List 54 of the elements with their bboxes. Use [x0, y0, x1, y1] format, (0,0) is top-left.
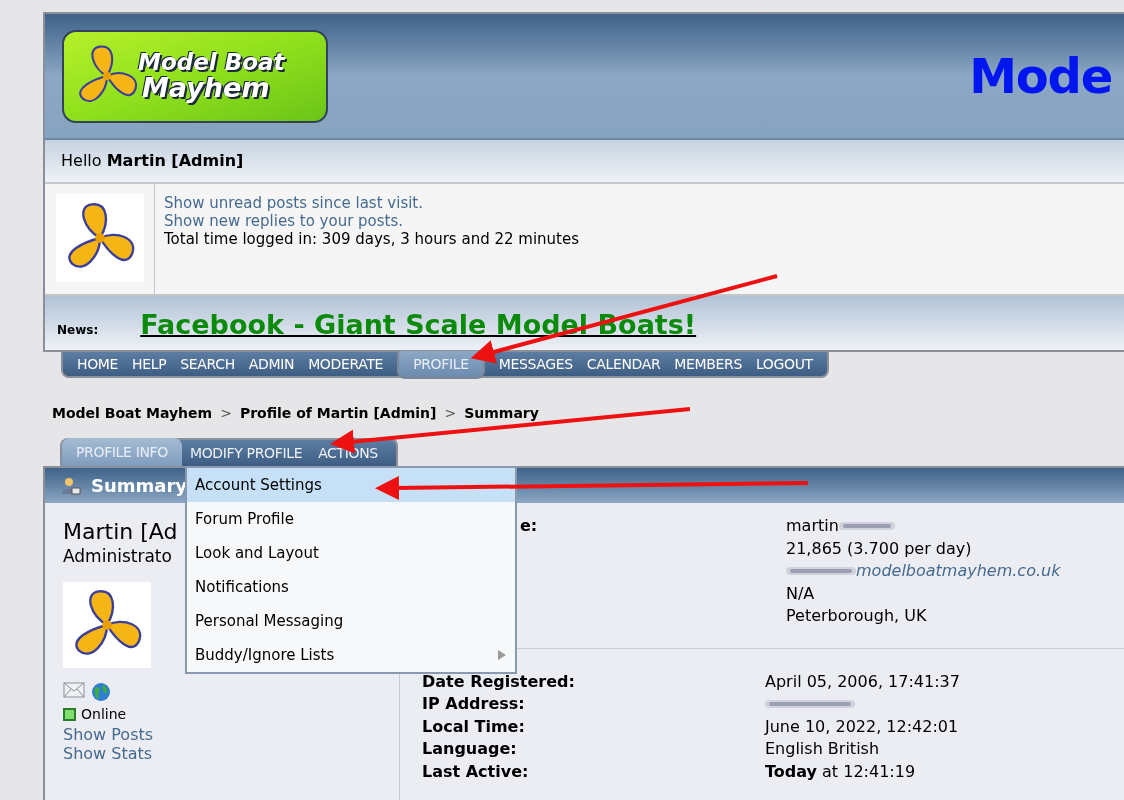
detail-label: IP Address:: [421, 693, 526, 716]
detail-value: N/A: [786, 582, 815, 605]
detail-value: Today at 12:41:19: [765, 760, 916, 783]
nav-tab[interactable]: ADMIN: [248, 353, 295, 375]
breadcrumb-link[interactable]: Model Boat Mayhem: [52, 403, 213, 424]
nav-tab[interactable]: MEMBERS: [674, 353, 742, 375]
nav-tab[interactable]: HOME: [77, 353, 119, 375]
detail-value: 21,865 (3.700 per day): [786, 537, 972, 560]
detail-label: e:: [520, 515, 538, 537]
nav-tab[interactable]: SEARCH: [180, 353, 235, 375]
detail-value: martin: [786, 515, 839, 537]
breadcrumb-link[interactable]: Summary: [464, 403, 539, 424]
breadcrumb-link[interactable]: Profile of Martin [Admin]: [239, 403, 437, 424]
detail-value: June 10, 2022, 12:42:01: [765, 715, 959, 738]
detail-label: Date Registered:: [421, 670, 576, 693]
email-link[interactable]: modelboatmayhem.co.uk: [856, 560, 1061, 583]
time-logged: Total time logged in: 309 days, 3 hours and 22 minutes: [164, 230, 579, 248]
menu-item[interactable]: Look and Layout: [187, 536, 515, 570]
email-icon[interactable]: [63, 682, 85, 698]
nav-tab[interactable]: CALENDAR: [586, 353, 661, 375]
link[interactable]: Show new replies to your posts.: [164, 212, 404, 230]
nav-tab[interactable]: HELP: [132, 353, 167, 375]
detail-value: English British: [765, 738, 880, 761]
menu-item[interactable]: Notifications: [187, 570, 515, 604]
news-label: News:: [57, 322, 99, 339]
detail-value: Peterborough, UK: [786, 605, 927, 627]
menu-item[interactable]: Personal Messaging: [187, 604, 515, 638]
nav-tab[interactable]: MODERATE: [308, 353, 384, 375]
news-headline[interactable]: Facebook - Giant Scale Model Boats!: [112, 310, 697, 340]
menu-item[interactable]: Account Settings: [187, 468, 515, 502]
menu-item[interactable]: Forum Profile: [187, 502, 515, 536]
member-name: Martin [Ad: [63, 519, 178, 545]
breadcrumb-separator: >: [220, 404, 232, 423]
detail-label: Language:: [421, 738, 518, 761]
user-icon: [61, 475, 81, 496]
globe-icon[interactable]: [91, 682, 111, 702]
detail-value: April 05, 2006, 17:41:37: [765, 670, 960, 693]
menu-item[interactable]: Buddy/Ignore Lists: [187, 638, 515, 672]
greeting: Hello Martin [Admin]: [61, 150, 244, 172]
member-role: Administrato: [63, 545, 172, 567]
profile-link[interactable]: Show Stats: [63, 744, 153, 763]
profile-link[interactable]: Show Posts: [63, 725, 154, 744]
link[interactable]: Show unread posts since last visit.: [164, 194, 423, 212]
summary-title: Summary: [91, 474, 188, 498]
detail-label: Local Time:: [421, 715, 526, 738]
section-tab[interactable]: MODIFY PROFILE: [181, 440, 311, 466]
status-text: Online: [81, 705, 127, 724]
detail-label: Last Active:: [421, 760, 530, 783]
logo-text: Mayhem: [142, 74, 271, 101]
banner-title: Mode: [969, 47, 1112, 106]
nav-tab[interactable]: LOGOUT: [755, 353, 813, 375]
logo-text: Model Boat: [138, 51, 285, 74]
nav-tab[interactable]: MESSAGES: [498, 353, 573, 375]
breadcrumb-separator: >: [444, 404, 457, 423]
